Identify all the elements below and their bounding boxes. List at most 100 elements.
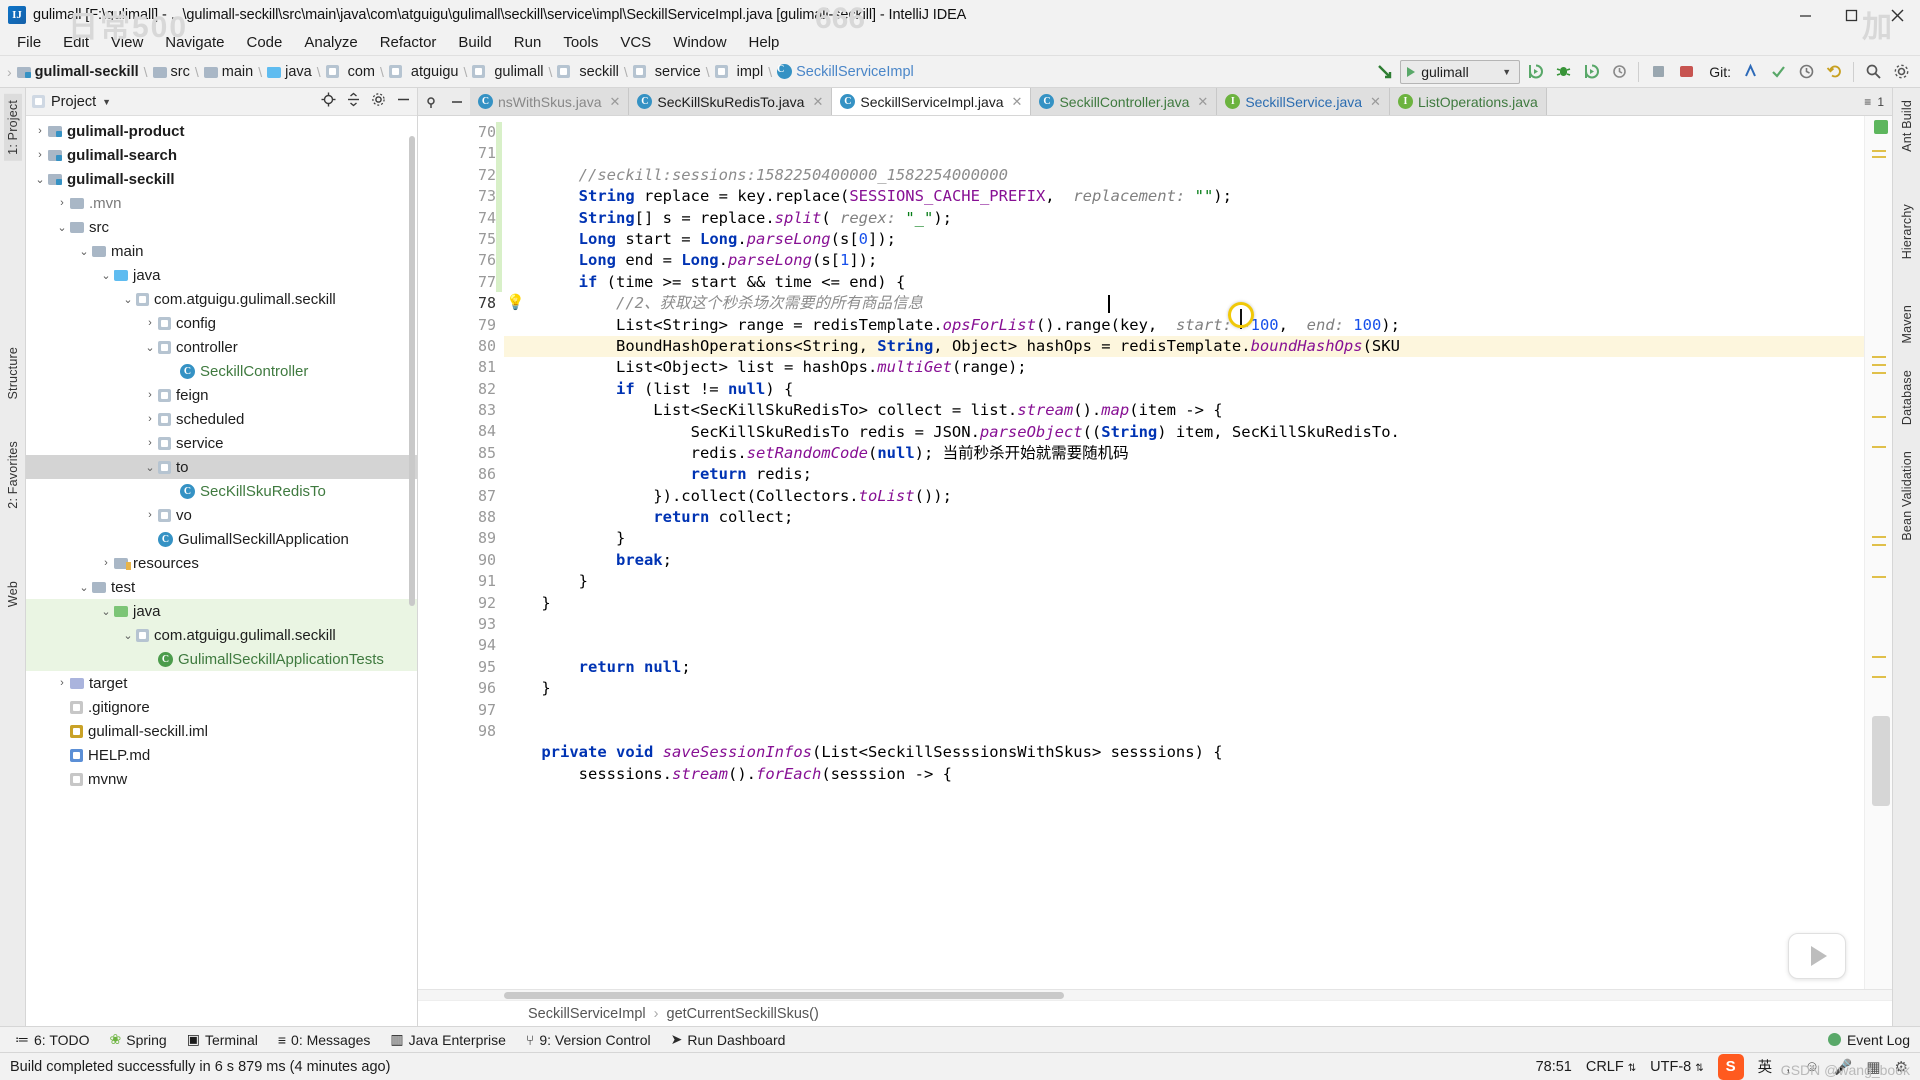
- chevron-down-icon[interactable]: ⌄: [76, 245, 92, 258]
- gutter-line-81[interactable]: 81: [418, 357, 504, 378]
- bottom-item-todo[interactable]: ≔ 6: TODO: [6, 1029, 99, 1050]
- tab-list-icon[interactable]: ≡: [1864, 95, 1871, 109]
- gutter-line-95[interactable]: 95: [418, 657, 504, 678]
- chevron-right-icon[interactable]: ›: [98, 557, 114, 569]
- code-line-77[interactable]: List<String> range = redisTemplate.opsFo…: [504, 315, 1892, 336]
- chevron-right-icon[interactable]: ›: [54, 197, 70, 209]
- rail-tab-database[interactable]: Database: [1898, 364, 1916, 431]
- profiler-button[interactable]: [1606, 59, 1632, 85]
- chevron-right-icon[interactable]: ›: [142, 389, 158, 401]
- tree-node-feign[interactable]: › feign: [26, 383, 417, 407]
- chevron-down-icon[interactable]: ⌄: [76, 581, 92, 594]
- rail-tab-favorites[interactable]: 2: Favorites: [4, 435, 22, 515]
- event-log-button[interactable]: Event Log: [1827, 1032, 1920, 1048]
- editor-tab-seckillcontroller[interactable]: C SeckillController.java ✕: [1031, 88, 1218, 115]
- project-tree-scrollbar[interactable]: [409, 136, 415, 606]
- code-line-82[interactable]: SecKillSkuRedisTo redis = JSON.parseObje…: [504, 422, 1892, 443]
- code-editor[interactable]: 70 71 72 73 74 75 76 77 78 79 80 81 82 83 84 85 86 87 88 89…: [418, 116, 1892, 989]
- chevron-down-icon[interactable]: ⌄: [142, 461, 158, 474]
- rail-tab-structure[interactable]: Structure: [4, 341, 22, 406]
- error-stripe-marker[interactable]: [1864, 116, 1892, 989]
- code-line-71[interactable]: String replace = key.replace(SESSIONS_CA…: [504, 186, 1892, 207]
- breadcrumb-item-java[interactable]: java: [267, 64, 312, 80]
- hide-tabs-icon[interactable]: [444, 88, 470, 115]
- tree-node-seckillskuredisto[interactable]: C SecKillSkuRedisTo: [26, 479, 417, 503]
- chevron-right-icon[interactable]: ›: [142, 437, 158, 449]
- rail-tab-project[interactable]: 1: Project: [3, 94, 22, 161]
- breadcrumb-item-main[interactable]: main: [203, 64, 253, 80]
- gutter-line-70[interactable]: 70: [418, 122, 504, 143]
- punctuation-icon[interactable]: ,: [1786, 1058, 1790, 1075]
- tree-node-service[interactable]: › service: [26, 431, 417, 455]
- tree-node-com-atguigu-gulimall-seckill[interactable]: ⌄ com.atguigu.gulimall.seckill: [26, 287, 417, 311]
- hide-breadcrumb-icon[interactable]: [1372, 59, 1398, 85]
- chevron-down-icon[interactable]: ⌄: [32, 173, 48, 186]
- gutter-line-78[interactable]: 78: [418, 293, 504, 314]
- tree-node-main[interactable]: ⌄ main: [26, 239, 417, 263]
- bottom-item-terminal[interactable]: ▣ Terminal: [178, 1029, 267, 1050]
- hide-icon[interactable]: [396, 92, 411, 112]
- close-tab-icon[interactable]: ✕: [1370, 94, 1381, 110]
- menu-refactor[interactable]: Refactor: [369, 32, 448, 53]
- chevron-right-icon[interactable]: ›: [32, 125, 48, 137]
- line-separator[interactable]: CRLF ⇅: [1586, 1059, 1636, 1075]
- gutter-line-87[interactable]: 87: [418, 486, 504, 507]
- caret-position[interactable]: 78:51: [1536, 1059, 1572, 1075]
- code-line-83[interactable]: redis.setRandomCode(null); 当前秒杀开始就需要随机码: [504, 443, 1892, 464]
- menu-navigate[interactable]: Navigate: [154, 32, 235, 53]
- toolbox-icon[interactable]: ▦: [1866, 1058, 1880, 1076]
- code-line-73[interactable]: Long start = Long.parseLong(s[0]);: [504, 229, 1892, 250]
- code-line-95[interactable]: [504, 700, 1892, 721]
- history-icon[interactable]: [1793, 59, 1819, 85]
- tree-node-gulimall-search[interactable]: › gulimall-search: [26, 143, 417, 167]
- scrollbar-thumb[interactable]: [1872, 716, 1890, 806]
- menu-vcs[interactable]: VCS: [609, 32, 662, 53]
- tree-node-target[interactable]: › target: [26, 671, 417, 695]
- code-line-93[interactable]: return null;: [504, 657, 1892, 678]
- gutter-line-85[interactable]: 85: [418, 443, 504, 464]
- chevron-down-icon[interactable]: ⌄: [98, 269, 114, 282]
- code-line-89[interactable]: }: [504, 571, 1892, 592]
- gutter-line-74[interactable]: 74: [418, 208, 504, 229]
- editor-gutter[interactable]: 70 71 72 73 74 75 76 77 78 79 80 81 82 83 84 85 86 87 88 89…: [418, 116, 525, 989]
- code-line-87[interactable]: }: [504, 528, 1892, 549]
- code-line-80[interactable]: if (list != null) {: [504, 379, 1892, 400]
- collapse-all-icon[interactable]: [346, 92, 361, 112]
- tree-node-gulimall-seckill-iml[interactable]: gulimall-seckill.iml: [26, 719, 417, 743]
- gutter-line-71[interactable]: 71: [418, 143, 504, 164]
- gutter-line-97[interactable]: 97: [418, 700, 504, 721]
- mic-icon[interactable]: 🎤: [1834, 1058, 1853, 1076]
- chevron-down-icon[interactable]: ⌄: [120, 629, 136, 642]
- gutter-line-94[interactable]: 94: [418, 635, 504, 656]
- code-line-70[interactable]: //seckill:sessions:1582250400000_1582254…: [504, 165, 1892, 186]
- chevron-down-icon[interactable]: ⌄: [98, 605, 114, 618]
- chevron-right-icon[interactable]: ›: [142, 317, 158, 329]
- menu-view[interactable]: View: [100, 32, 154, 53]
- tree-node-resources[interactable]: › resources: [26, 551, 417, 575]
- gutter-line-93[interactable]: 93: [418, 614, 504, 635]
- gutter-line-72[interactable]: 72: [418, 165, 504, 186]
- stop-button[interactable]: [1645, 59, 1671, 85]
- code-line-74[interactable]: Long end = Long.parseLong(s[1]);: [504, 250, 1892, 271]
- bottom-item-java-enterprise[interactable]: ▥ Java Enterprise: [381, 1029, 515, 1050]
- gutter-line-79[interactable]: 79: [418, 315, 504, 336]
- menu-code[interactable]: Code: [235, 32, 293, 53]
- code-line-91[interactable]: [504, 614, 1892, 635]
- chevron-right-icon[interactable]: ›: [142, 509, 158, 521]
- code-line-84[interactable]: return redis;: [504, 464, 1892, 485]
- editor-horizontal-scrollbar[interactable]: [418, 989, 1892, 1000]
- chevron-right-icon[interactable]: ›: [142, 413, 158, 425]
- gutter-line-98[interactable]: 98: [418, 721, 504, 742]
- breadcrumb-item-com[interactable]: com: [325, 64, 375, 80]
- gutter-line-96[interactable]: 96: [418, 678, 504, 699]
- gutter-line-77[interactable]: 77: [418, 272, 504, 293]
- gutter-line-73[interactable]: 73: [418, 186, 504, 207]
- editor-tab-listoperations[interactable]: I ListOperations.java: [1389, 88, 1547, 115]
- chevron-down-icon[interactable]: ⌄: [54, 221, 70, 234]
- code-line-75[interactable]: if (time >= start && time <= end) {: [504, 272, 1892, 293]
- chevron-down-icon[interactable]: 1: [1877, 95, 1884, 109]
- tree-node-gulimall-seckill[interactable]: ⌄ gulimall-seckill: [26, 167, 417, 191]
- tree-node-config[interactable]: › config: [26, 311, 417, 335]
- tree-node-scheduled[interactable]: › scheduled: [26, 407, 417, 431]
- editor-tab-seckillserviceimpl[interactable]: C SeckillServiceImpl.java ✕: [832, 88, 1032, 115]
